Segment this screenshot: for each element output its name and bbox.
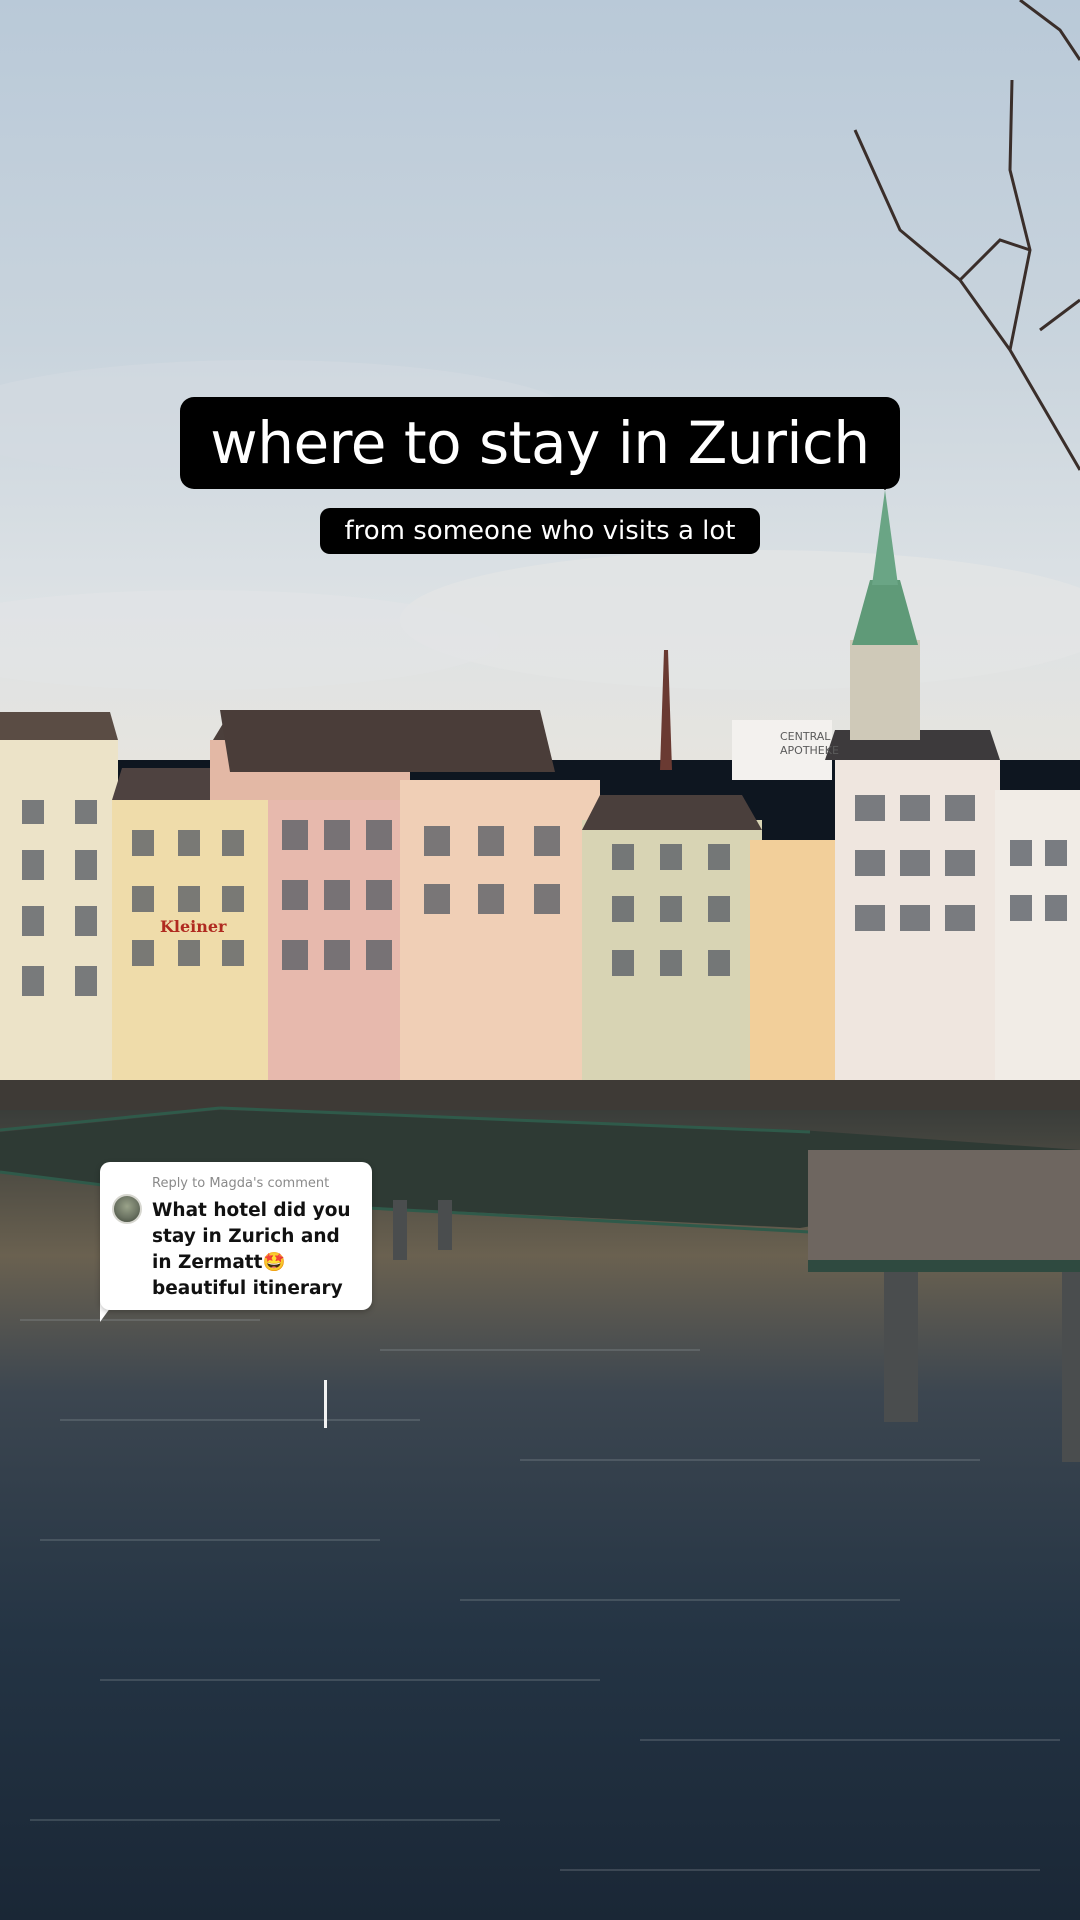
shop-sign-apotheke: CENTRAL — [780, 730, 831, 743]
comment-text-part1: What hotel did you stay in Zurich and in… — [152, 1200, 351, 1273]
video-subtitle-caption: from someone who visits a lot — [320, 508, 760, 554]
shop-sign-apotheke: APOTHEKE — [780, 744, 839, 757]
text-cursor — [324, 1380, 327, 1428]
reply-header: Reply to Magda's comment — [152, 1176, 330, 1191]
building — [750, 840, 845, 1120]
comment-text-part2: beautiful itinerary — [152, 1278, 343, 1299]
video-title-caption: where to stay in Zurich — [180, 397, 900, 489]
building — [995, 790, 1080, 1120]
roof — [220, 710, 555, 772]
reply-comment-card[interactable]: Reply to Magda's comment What hotel did … — [100, 1162, 372, 1310]
bridge-pillar — [1062, 1272, 1080, 1462]
building — [0, 740, 118, 1120]
background-photo: Kleiner CENTRAL APOTHEKE — [0, 0, 1080, 1920]
bridge-pillar — [393, 1200, 407, 1260]
emoji-icon: 🤩 — [262, 1252, 286, 1273]
bridge-pillar — [438, 1200, 452, 1250]
roof — [582, 795, 762, 830]
shop-sign-kleiner: Kleiner — [160, 917, 227, 936]
comment-text: What hotel did you stay in Zurich and in… — [152, 1198, 362, 1302]
avatar[interactable] — [112, 1194, 142, 1224]
roof — [0, 712, 118, 740]
bridge-pillar — [884, 1272, 918, 1422]
bridge-platform — [808, 1150, 1080, 1270]
